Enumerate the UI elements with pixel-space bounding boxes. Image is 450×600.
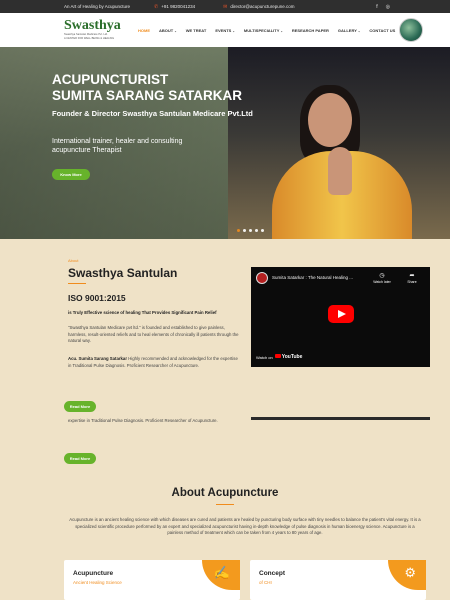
channel-avatar[interactable] [256,272,268,284]
top-bar-email[interactable]: ✉ director@acupuncturepune.com [223,4,294,10]
nav-we-treat[interactable]: WE TREAT [186,28,207,33]
hero-title: ACUPUNCTURIST SUMITA SARANG SATARKAR [52,72,242,103]
portrait-face [308,93,352,147]
youtube-logo: YouTube [274,354,302,360]
card-title: Concept [259,570,285,577]
social-links: f ◎ [376,4,390,10]
top-bar: An Art of Healing by Acupuncture ✆ +91 9… [0,0,450,13]
card-subtitle: Ancient Healing Science [73,580,122,585]
hero-slider: ACUPUNCTURIST SUMITA SARANG SATARKAR Fou… [0,47,450,239]
acupuncture-paragraph: Acupuncture is an ancient healing scienc… [69,517,421,535]
slider-dot[interactable] [255,229,258,232]
title-underline [68,283,86,284]
slider-dot[interactable] [243,229,246,232]
share-icon: ➦ [409,273,415,279]
service-card-acupuncture[interactable]: Acupuncture Ancient Healing Science ✍ [64,560,240,600]
portrait-hands [328,147,352,195]
mail-icon: ✉ [223,3,228,10]
service-card-concept[interactable]: Concept of CHI ⚙ [250,560,426,600]
hero-subtitle: Founder & Director Swasthya Santulan Med… [52,109,253,118]
clock-icon: ◷ [379,273,385,279]
about-title: Swasthya Santulan [68,266,178,280]
chevron-down-icon: ⌄ [357,28,361,33]
nav-research-paper[interactable]: RESEARCH PAPER [292,28,329,33]
youtube-icon [274,354,281,358]
nav-events[interactable]: EVENTS⌄ [215,28,235,33]
slider-dot[interactable] [261,229,264,232]
science-tagline: is Truly Effective science of healing Th… [68,310,217,315]
nav-contact-us[interactable]: CONTACT US [369,28,395,33]
card-subtitle: of CHI [259,580,272,585]
play-button[interactable] [328,305,354,323]
certification-badge [399,18,423,42]
card-icon-badge: ✍ [202,560,240,590]
logo-wordmark: Swasthya [64,18,121,33]
know-more-button[interactable]: Know More [52,169,90,180]
iso-heading: ISO 9001:2015 [68,293,126,303]
instagram-icon[interactable]: ◎ [386,4,390,10]
card-icon-badge: ⚙ [388,560,426,590]
watch-on-youtube[interactable]: Watch on YouTube [256,354,302,360]
logo-tagline-2: A CENTER FOR WELL BEING & HEALING [64,37,115,40]
facebook-icon[interactable]: f [376,4,377,10]
watch-later-button[interactable]: ◷ Watch later [373,272,391,284]
chevron-down-icon: ⌄ [232,28,235,33]
heading-underline [216,504,234,505]
needle-icon: ✍ [213,565,230,580]
nav-gallery[interactable]: GALLERY⌄ [338,28,360,33]
top-bar-tagline: An Art of Healing by Acupuncture [64,4,131,9]
read-more-button[interactable]: Read More [64,401,96,412]
phone-icon: ✆ [154,3,159,10]
slider-dot[interactable] [249,229,252,232]
email-address[interactable]: director@acupuncturepune.com [230,4,294,9]
second-video-embed[interactable] [251,417,430,420]
nav-about[interactable]: ABOUT⌄ [159,28,177,33]
nav-multispeciality[interactable]: MULTISPECIALITY⌄ [244,28,283,33]
about-paragraph-2: Acu. Sumita Sarang Satarkar Highly recom… [68,356,238,368]
site-logo[interactable]: Swasthya Swasthya Santulan Medicare Pvt.… [64,19,136,41]
site-header: Swasthya Swasthya Santulan Medicare Pvt.… [0,13,450,47]
youtube-video-embed[interactable]: Sumita Satarkar : The Natural Healing ..… [251,267,430,367]
share-button[interactable]: ➦ Share [403,272,421,284]
video-title[interactable]: Sumita Satarkar : The Natural Healing ..… [272,275,353,280]
gear-icon: ⚙ [404,565,416,580]
hero-description: International trainer, healer and consul… [52,138,183,154]
phone-number[interactable]: +91 9820041234 [161,4,195,9]
chevron-down-icon: ⌄ [280,28,283,33]
slider-dots [237,229,264,232]
nav-home[interactable]: HOME [138,28,150,33]
about-label: About [68,258,79,263]
about-paragraph-1: "Swasthya Santulan Medicare pvt ltd." is… [68,325,239,343]
read-more-button-2[interactable]: Read More [64,453,96,464]
chevron-down-icon: ⌄ [174,28,177,33]
main-nav: HOME ABOUT⌄ WE TREAT EVENTS⌄ MULTISPECIA… [138,28,395,33]
top-bar-phone[interactable]: ✆ +91 9820041234 [154,4,195,10]
about-paragraph-3: expertise in Traditional Pulse Diagnosis… [68,418,218,423]
slider-dot[interactable] [237,229,240,232]
acupuncture-heading: About Acupuncture [171,487,279,499]
card-title: Acupuncture [73,570,114,577]
